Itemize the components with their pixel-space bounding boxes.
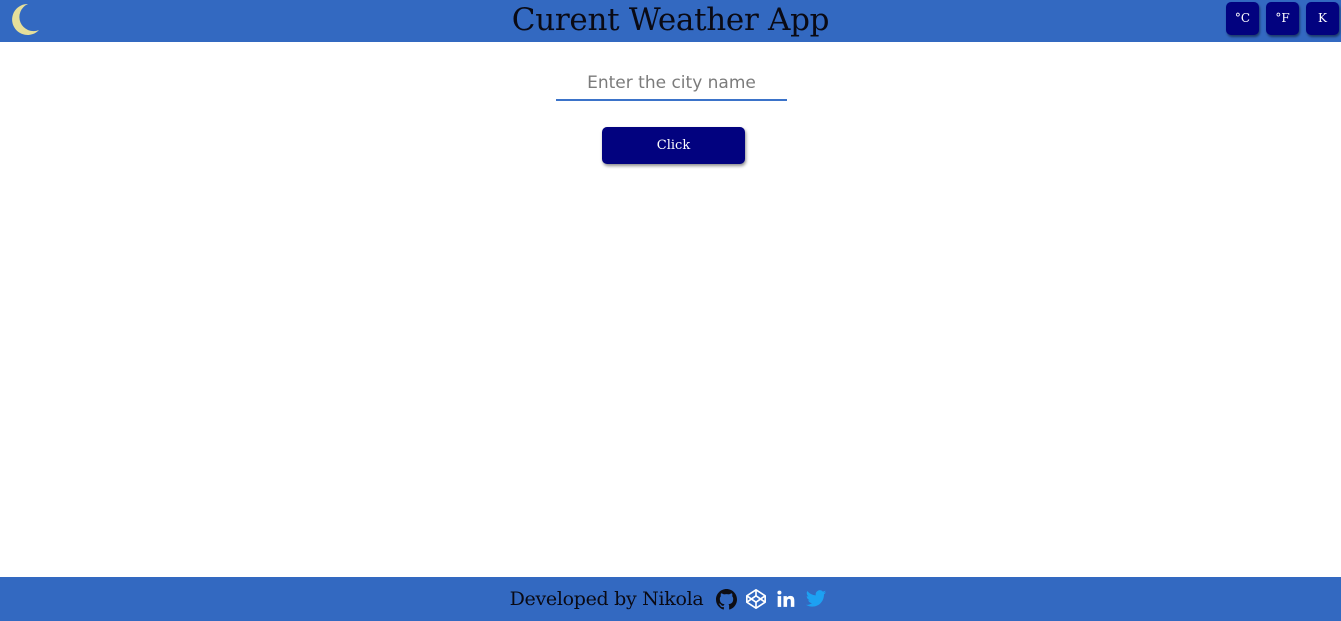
header-bar: Curent Weather App °C °F K [0,0,1341,42]
linkedin-icon[interactable] [774,587,798,611]
search-button[interactable]: Click [602,127,745,164]
kelvin-button[interactable]: K [1306,2,1339,35]
moon-icon[interactable] [8,2,40,36]
app-title: Curent Weather App [511,2,830,38]
footer-content: Developed by Nikola [0,577,1341,621]
city-search-input[interactable] [556,66,787,101]
codepen-icon[interactable] [744,587,768,611]
footer-bar: Developed by Nikola [0,577,1341,621]
github-icon[interactable] [714,587,738,611]
fahrenheit-button[interactable]: °F [1266,2,1299,35]
weather-app-page: Curent Weather App °C °F K Click Develop… [0,0,1341,621]
twitter-icon[interactable] [804,587,828,611]
celsius-button[interactable]: °C [1226,2,1259,35]
developer-credit: Developed by Nikola [509,588,704,610]
